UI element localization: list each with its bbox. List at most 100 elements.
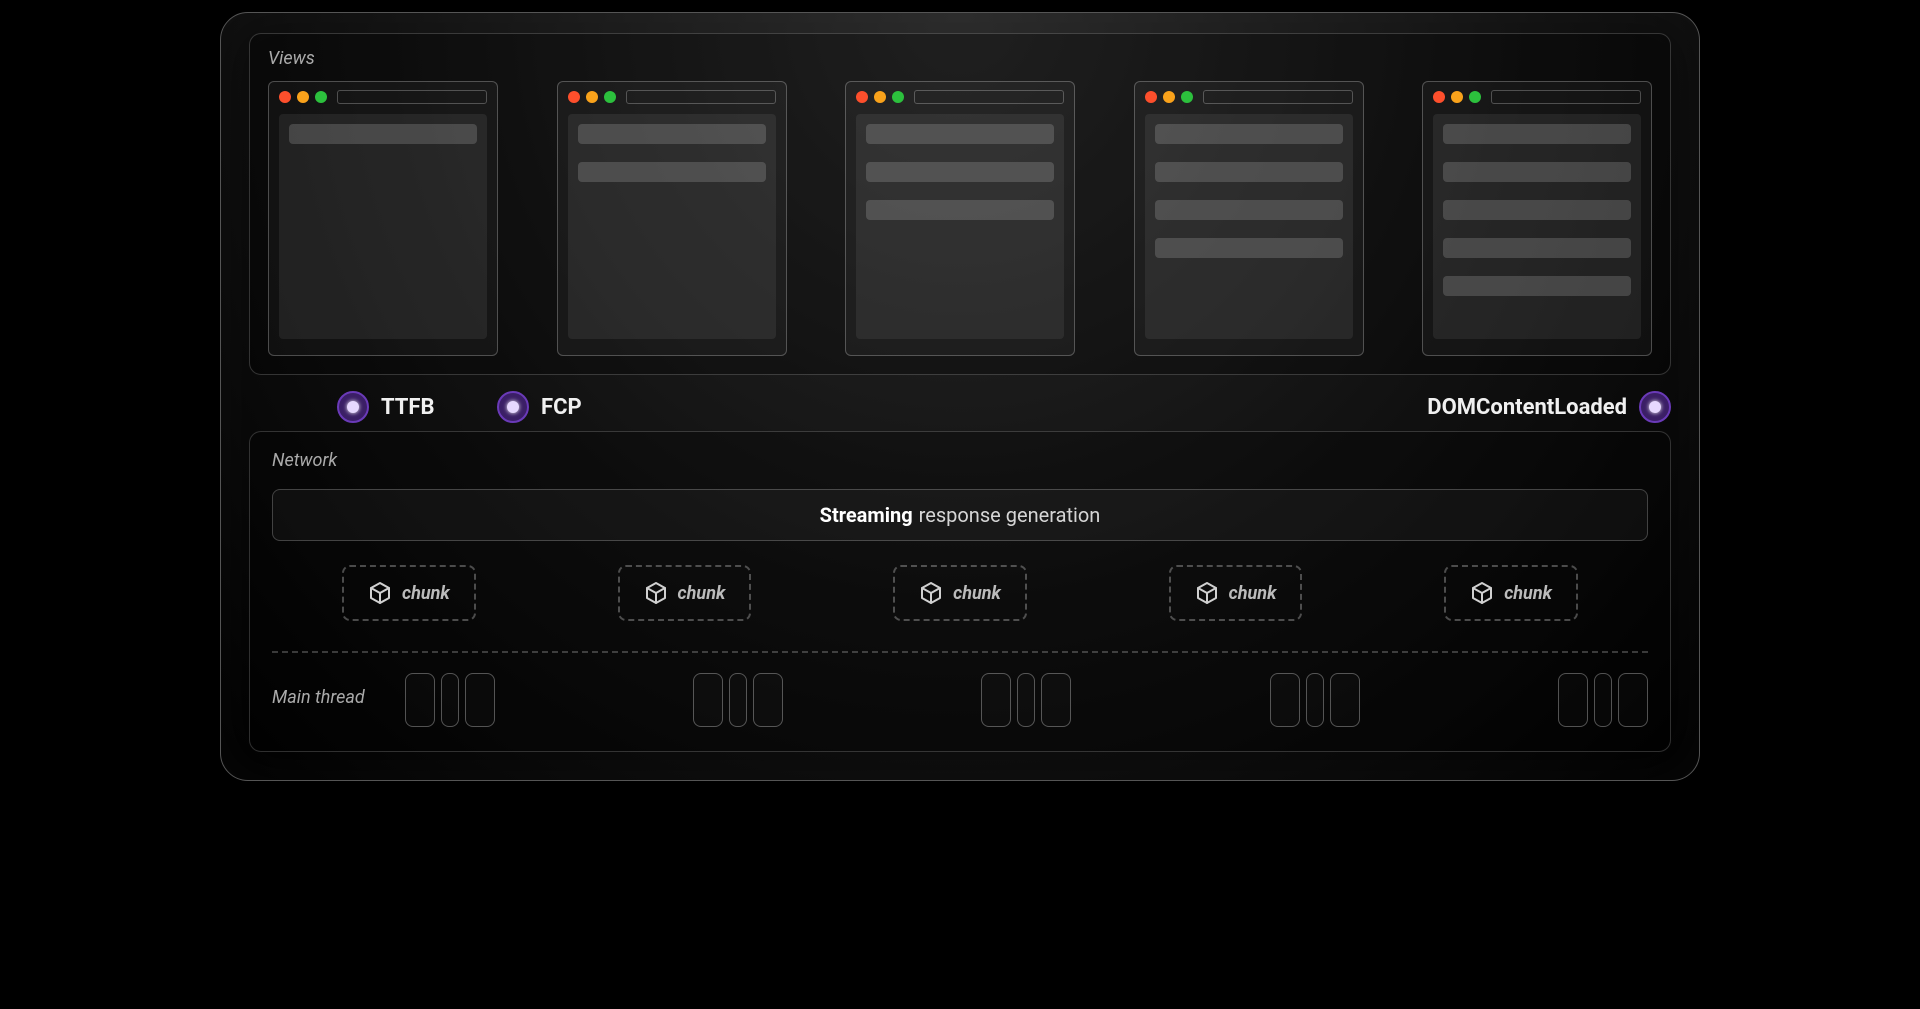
task-block [1306,673,1324,727]
mini-window [1134,81,1364,356]
marker-label: TTFB [381,395,435,420]
marker-dot-icon [497,391,529,423]
content-bar [1443,200,1631,220]
task-block [1017,673,1035,727]
green-traffic-light-icon [604,91,616,103]
mini-window [845,81,1075,356]
window-title-bar [1433,90,1641,104]
green-traffic-light-icon [892,91,904,103]
task-block [1330,673,1360,727]
task-block [981,673,1011,727]
chunk-label: chunk [1229,583,1277,604]
task-block [753,673,783,727]
task-block [1041,673,1071,727]
marker-label: DOMContentLoaded [1427,395,1627,420]
cube-icon [644,581,668,605]
window-title-bar [568,90,776,104]
chunk-box: chunk [618,565,752,621]
task-block [1270,673,1300,727]
marker-domcontentloaded: DOMContentLoaded [1427,391,1671,423]
mini-window [557,81,787,356]
address-bar [914,90,1064,104]
red-traffic-light-icon [279,91,291,103]
window-title-bar [856,90,1064,104]
content-bar [866,162,1054,182]
chunk-box: chunk [342,565,476,621]
window-body [568,114,776,339]
red-traffic-light-icon [1145,91,1157,103]
task-group [1270,673,1360,727]
task-block [1594,673,1612,727]
views-row [268,81,1652,356]
task-group [405,673,495,727]
marker-fcp: FCP [497,391,582,423]
task-group [693,673,783,727]
yellow-traffic-light-icon [586,91,598,103]
content-bar [1443,124,1631,144]
red-traffic-light-icon [1433,91,1445,103]
yellow-traffic-light-icon [874,91,886,103]
marker-dot-icon [337,391,369,423]
red-traffic-light-icon [856,91,868,103]
content-bar [1155,162,1343,182]
yellow-traffic-light-icon [1163,91,1175,103]
content-bar [1155,238,1343,258]
content-bar [1155,124,1343,144]
window-title-bar [279,90,487,104]
marker-dot-icon [1639,391,1671,423]
address-bar [626,90,776,104]
content-bar [1155,200,1343,220]
task-block [405,673,435,727]
window-body [279,114,487,339]
content-bar [578,124,766,144]
chunk-label: chunk [402,583,450,604]
red-traffic-light-icon [568,91,580,103]
chunk-label: chunk [678,583,726,604]
chunk-box: chunk [1169,565,1303,621]
yellow-traffic-light-icon [297,91,309,103]
task-group [981,673,1071,727]
content-bar [866,124,1054,144]
address-bar [1203,90,1353,104]
cube-icon [919,581,943,605]
mini-window [268,81,498,356]
chunk-label: chunk [1504,583,1552,604]
window-title-bar [1145,90,1353,104]
cube-icon [1470,581,1494,605]
task-groups [395,673,1648,727]
content-bar [289,124,477,144]
network-title: Network [272,450,1648,471]
task-block [1618,673,1648,727]
chunks-row: chunk chunk chunk chunk chunk [272,565,1648,621]
main-thread-row: Main thread [272,673,1648,727]
address-bar [1491,90,1641,104]
green-traffic-light-icon [1469,91,1481,103]
window-body [1145,114,1353,339]
streaming-bold: Streaming [820,503,913,527]
content-bar [1443,238,1631,258]
address-bar [337,90,487,104]
network-panel: Network Streaming response generation ch… [249,431,1671,752]
cube-icon [368,581,392,605]
yellow-traffic-light-icon [1451,91,1463,103]
task-block [693,673,723,727]
chunk-box: chunk [893,565,1027,621]
chunk-box: chunk [1444,565,1578,621]
streaming-rest: response generation [919,503,1101,527]
window-body [856,114,1064,339]
mini-window [1422,81,1652,356]
views-title: Views [268,48,1652,69]
task-block [729,673,747,727]
cube-icon [1195,581,1219,605]
views-panel: Views [249,33,1671,375]
diagram-frame: Views TTFB FCP DOMContentLoaded Network … [220,12,1700,781]
task-block [465,673,495,727]
main-thread-title: Main thread [272,687,365,708]
content-bar [1443,276,1631,296]
task-block [1558,673,1588,727]
chunk-label: chunk [953,583,1001,604]
content-bar [1443,162,1631,182]
section-divider [272,651,1648,653]
metrics-row: TTFB FCP DOMContentLoaded [249,381,1671,437]
marker-label: FCP [541,395,582,420]
